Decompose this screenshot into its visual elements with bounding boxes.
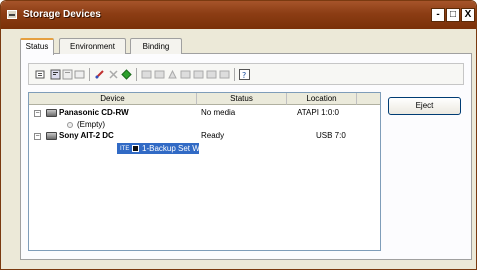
properties-icon[interactable]: [35, 69, 46, 80]
device-name[interactable]: Panasonic CD-RW: [59, 108, 129, 118]
eject-button[interactable]: Eject: [388, 97, 461, 115]
empty-media-icon: [67, 122, 73, 128]
export-icon[interactable]: [219, 69, 230, 80]
cd-drive-icon: [46, 109, 57, 117]
minimize-button[interactable]: -: [431, 8, 445, 22]
device-status: No media: [201, 108, 236, 117]
format2-icon[interactable]: [154, 69, 165, 80]
media-prefix: ITE: [120, 146, 130, 152]
toolbar-separator: [234, 68, 235, 81]
run-icon[interactable]: [121, 69, 132, 80]
column-header-filler: [357, 93, 380, 105]
mount-icon[interactable]: [167, 69, 178, 80]
import-icon[interactable]: [206, 69, 217, 80]
tape-drive-icon: [46, 132, 57, 140]
storage-devices-window: Storage Devices - □ X Status Environment…: [0, 0, 477, 270]
close-button[interactable]: X: [461, 8, 475, 22]
device-list[interactable]: Device Status Location − Panasonic CD-RW…: [28, 92, 381, 251]
title-bar[interactable]: Storage Devices - □ X: [1, 1, 476, 29]
inventory-icon[interactable]: [180, 69, 191, 80]
column-header-device[interactable]: Device: [29, 93, 197, 105]
svg-text:?: ?: [242, 71, 246, 80]
toolbar-separator: [136, 68, 137, 81]
tab-binding[interactable]: Binding: [130, 38, 182, 54]
window-title: Storage Devices: [23, 9, 101, 20]
collapse-toggle[interactable]: −: [34, 110, 41, 117]
maximize-button[interactable]: □: [446, 8, 460, 22]
column-header-location[interactable]: Location: [287, 93, 357, 105]
filter-icon[interactable]: [50, 69, 61, 80]
tab-environment[interactable]: Environment: [59, 38, 126, 54]
device-name[interactable]: Sony AIT-2 DC: [59, 131, 114, 141]
format-icon[interactable]: [141, 69, 152, 80]
device-location: USB 7:0: [316, 131, 346, 140]
tape-icon: [132, 145, 139, 152]
label-icon[interactable]: [193, 69, 204, 80]
device-status: Ready: [201, 131, 225, 140]
collapse-toggle[interactable]: −: [34, 133, 41, 140]
delete-icon[interactable]: [108, 69, 119, 80]
toolbar: ?: [28, 63, 464, 85]
refresh-icon[interactable]: [74, 69, 85, 80]
selected-media-row[interactable]: ITE 1-Backup Set Weekly: [117, 143, 218, 154]
media-name[interactable]: (Empty): [77, 120, 105, 130]
column-header-status[interactable]: Status: [197, 93, 287, 105]
help-icon[interactable]: ?: [239, 69, 250, 80]
media-name: 1-Backup Set Weekly: [142, 144, 219, 153]
filter2-icon[interactable]: [62, 69, 73, 80]
erase-icon[interactable]: [94, 69, 105, 80]
device-location: ATAPI 1:0:0: [297, 108, 339, 117]
app-icon: [7, 10, 17, 19]
tab-status[interactable]: Status: [20, 38, 54, 55]
toolbar-separator: [89, 68, 90, 81]
